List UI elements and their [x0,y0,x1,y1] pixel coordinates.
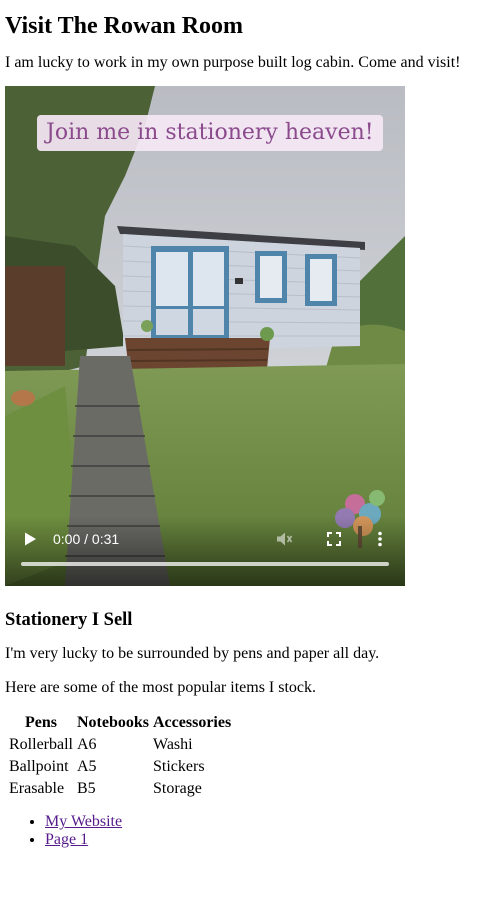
table-row: Erasable B5 Storage [8,779,232,799]
fullscreen-button[interactable] [323,528,345,550]
table-cell: Rollerball [9,736,73,753]
video-caption-overlay: Join me in stationery heaven! [37,115,383,151]
stock-table: Pens Notebooks Accessories Rollerball A6… [6,711,234,801]
table-header-row: Pens Notebooks Accessories [8,713,232,733]
stationery-text-1: I'm very lucky to be surrounded by pens … [5,645,380,662]
video-player[interactable]: Join me in stationery heaven! 0:00 / 0:3… [5,86,405,586]
link-list: My Website Page 1 [5,813,481,849]
table-cell: Ballpoint [9,758,69,775]
table-row: Ballpoint A5 Stickers [8,757,232,777]
table-cell: A5 [76,758,97,775]
video-progress-bar[interactable] [21,562,389,566]
table-cell: Stickers [153,758,205,775]
table-cell: Washi [153,736,193,753]
my-website-link[interactable]: My Website [45,813,122,830]
play-button[interactable] [19,528,41,550]
fullscreen-icon [327,532,341,546]
play-icon [25,532,36,546]
table-cell: Storage [153,780,202,797]
mute-button[interactable] [273,528,295,550]
table-row: Rollerball A6 Washi [8,735,232,755]
column-header: Accessories [153,714,232,731]
table-cell: A6 [76,736,97,753]
page-title: Visit The Rowan Room [5,13,244,39]
stationery-heading: Stationery I Sell [5,610,133,630]
table-cell: B5 [76,780,96,797]
video-frame [5,86,405,586]
more-options-icon [378,531,382,547]
mute-icon [277,532,293,546]
page-1-link[interactable]: Page 1 [45,831,88,848]
table-cell: Erasable [9,780,65,797]
page: Visit The Rowan Room I am lucky to work … [0,12,486,849]
video-controls: 0:00 / 0:31 [5,516,405,586]
column-header: Notebooks [76,714,149,731]
list-item: My Website [45,813,481,831]
column-header: Pens [24,714,57,731]
time-display: 0:00 / 0:31 [53,531,120,547]
list-item: Page 1 [45,831,481,849]
more-options-button[interactable] [369,528,391,550]
stationery-text-2: Here are some of the most popular items … [5,679,317,696]
intro-text: I am lucky to work in my own purpose bui… [5,54,461,71]
